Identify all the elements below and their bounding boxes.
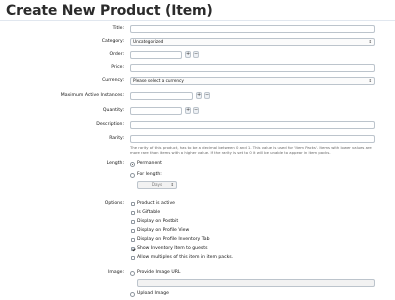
image-url-input[interactable]: [137, 279, 375, 287]
currency-select[interactable]: Please select a currency ⇕: [130, 77, 375, 85]
rarity-label: Rarity:: [109, 136, 124, 141]
length-for-length-label: For length:: [137, 172, 162, 177]
order-decrement-button[interactable]: −: [193, 51, 199, 58]
image-url-label: Provide Image URL: [137, 270, 181, 275]
select-caret-icon: ⇕: [368, 78, 372, 83]
title-input[interactable]: [130, 25, 375, 33]
option-product-active-checkbox[interactable]: [131, 202, 135, 206]
quantity-increment-button[interactable]: +: [185, 107, 191, 114]
select-caret-icon: ⇕: [368, 39, 372, 44]
page-title: Create New Product (Item): [6, 3, 213, 19]
quantity-decrement-button[interactable]: −: [193, 107, 199, 114]
minus-icon: −: [205, 92, 210, 98]
rarity-input[interactable]: [130, 135, 375, 143]
price-label: Price:: [111, 65, 124, 70]
max-active-decrement-button[interactable]: −: [204, 92, 210, 99]
quantity-input[interactable]: [130, 107, 182, 115]
image-url-radio[interactable]: [130, 270, 135, 276]
option-allow-multiples-label: Allow multiples of this item in item pac…: [137, 255, 234, 260]
rarity-help-text: The rarity of this product, has to be a …: [130, 145, 372, 155]
category-select[interactable]: Uncategorized ⇕: [130, 38, 375, 46]
category-select-value: Uncategorized: [133, 39, 164, 44]
currency-select-value: Please select a currency: [133, 78, 184, 83]
option-giftable-checkbox[interactable]: [131, 211, 135, 215]
option-postbit-label: Display on Postbit: [137, 219, 179, 224]
length-permanent-radio[interactable]: [130, 161, 135, 167]
option-giftable-label: Is Giftable: [137, 210, 161, 215]
title-label: Title:: [112, 26, 124, 31]
options-label: Options:: [104, 201, 124, 206]
option-inventory-tab-label: Display on Profile Inventory Tab: [137, 237, 210, 242]
plus-icon: +: [186, 107, 191, 113]
image-upload-label: Upload Image: [137, 291, 169, 296]
option-profile-view-checkbox[interactable]: [131, 229, 135, 233]
image-upload-radio[interactable]: [130, 291, 135, 297]
title-divider: [0, 20, 395, 21]
option-inventory-tab-checkbox[interactable]: [131, 238, 135, 242]
description-label: Description:: [96, 122, 124, 127]
option-show-guests-label: Show Inventory Item to guests: [137, 246, 208, 251]
order-increment-button[interactable]: +: [185, 51, 191, 58]
max-active-label: Maximum Active Instances:: [60, 93, 124, 98]
length-unit-select[interactable]: Days ⇕: [137, 181, 177, 189]
minus-icon: −: [194, 51, 199, 57]
description-input[interactable]: [130, 121, 375, 129]
max-active-input[interactable]: [130, 92, 193, 100]
length-unit-value: Days: [151, 182, 163, 187]
price-input[interactable]: [130, 64, 375, 72]
option-show-guests-checkbox[interactable]: [131, 247, 135, 251]
option-product-active-label: Product is active: [137, 201, 175, 206]
minus-icon: −: [194, 107, 199, 113]
option-allow-multiples-checkbox[interactable]: [131, 256, 135, 260]
order-label: Order:: [109, 52, 124, 57]
order-input[interactable]: [130, 51, 182, 59]
category-label: Category:: [101, 39, 124, 44]
currency-label: Currency:: [102, 78, 124, 83]
length-label: Length:: [106, 161, 124, 166]
option-postbit-checkbox[interactable]: [131, 220, 135, 224]
plus-icon: +: [186, 51, 191, 57]
plus-icon: +: [197, 92, 202, 98]
max-active-increment-button[interactable]: +: [196, 92, 202, 99]
length-permanent-label: Permanent: [137, 161, 162, 166]
length-for-length-radio[interactable]: [130, 172, 135, 178]
quantity-label: Quantity:: [102, 108, 124, 113]
option-profile-view-label: Display on Profile View: [137, 228, 190, 233]
image-label: Image:: [108, 270, 124, 275]
select-caret-icon: ⇕: [170, 182, 174, 187]
